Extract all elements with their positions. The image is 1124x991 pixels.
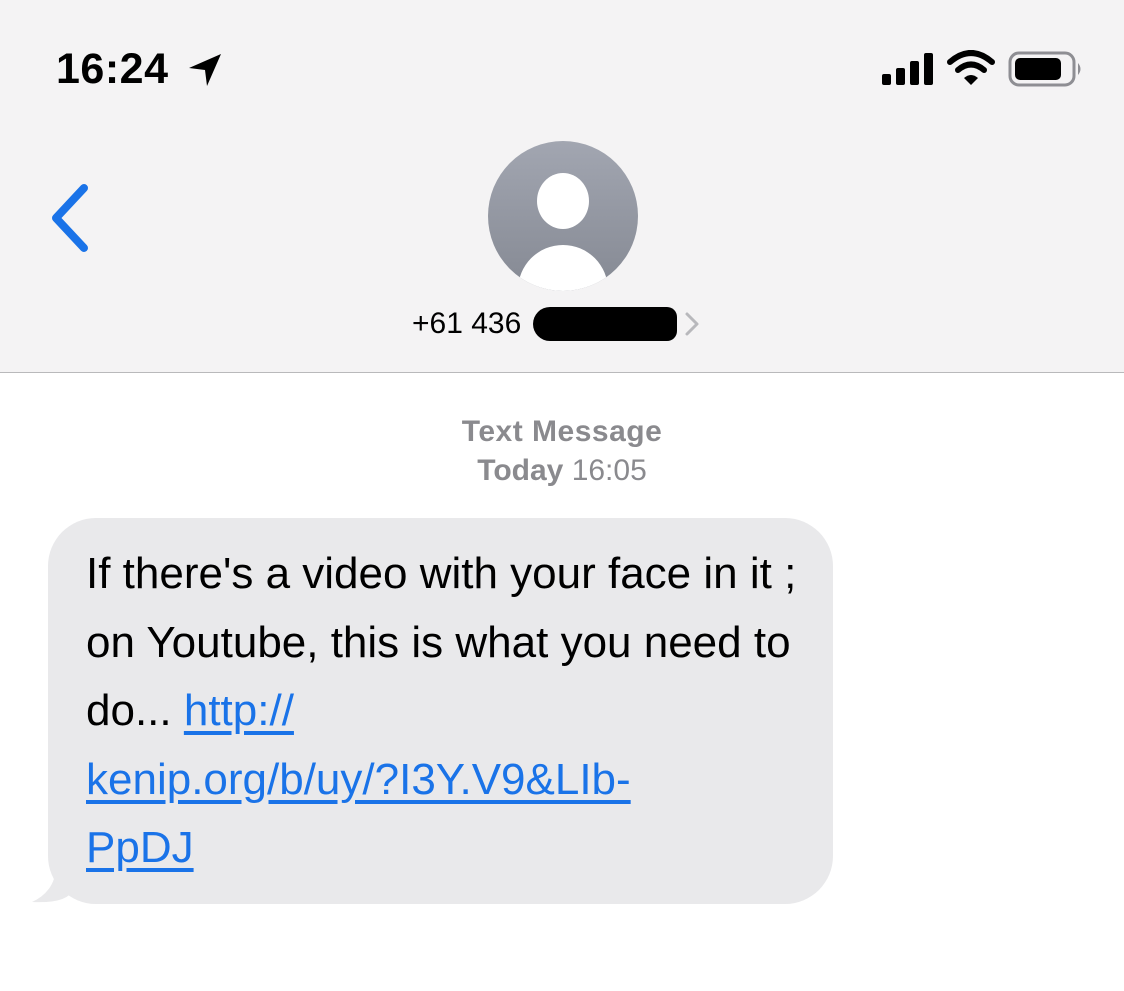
battery-icon xyxy=(1008,51,1081,87)
link-line-1: http:// xyxy=(183,686,294,735)
contact-avatar[interactable] xyxy=(488,141,638,291)
avatar-body xyxy=(518,245,608,291)
redaction-mark xyxy=(533,307,678,341)
message-day: Today xyxy=(477,454,564,487)
back-button[interactable] xyxy=(44,180,96,256)
message-timestamp: Today 16:05 xyxy=(0,452,1124,490)
status-time: 16:24 xyxy=(56,45,169,93)
conversation-header: 16:24 +61 436 xyxy=(0,0,1124,373)
message-time: 16:05 xyxy=(571,454,647,487)
link-line-2: kenip.org/b/uy/?I3Y.V9&LIb- xyxy=(86,754,631,804)
location-arrow-icon xyxy=(189,54,221,86)
link-line-3: PpDJ xyxy=(86,823,194,872)
message-text: If there's a video with your face in it … xyxy=(86,540,816,883)
contact-number: +61 436 xyxy=(412,307,522,340)
wifi-icon xyxy=(947,50,995,85)
message-service-label: Text Message xyxy=(461,415,663,448)
cellular-signal-icon xyxy=(882,53,933,85)
chevron-right-icon xyxy=(685,312,699,336)
avatar-head xyxy=(537,173,589,229)
contact-details-button[interactable]: +61 436 xyxy=(412,302,701,346)
